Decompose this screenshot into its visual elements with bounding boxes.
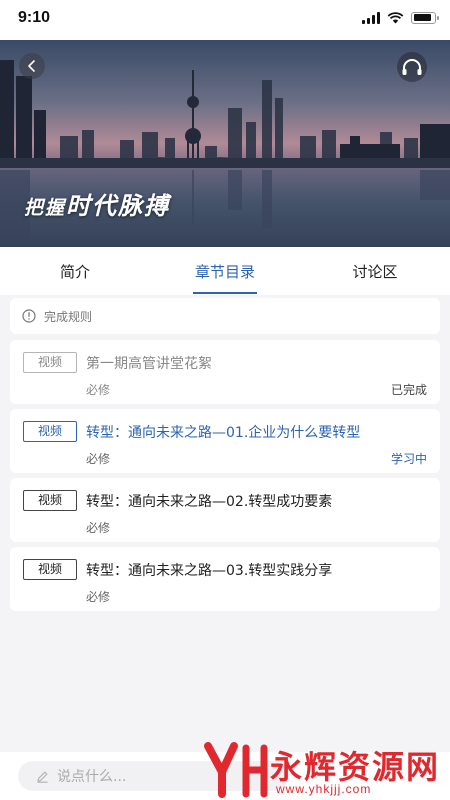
info-icon: [22, 309, 36, 323]
course-banner: 把握时代脉搏: [0, 40, 450, 247]
lesson-requirement: 必修: [86, 521, 111, 535]
video-badge: 视频: [23, 559, 77, 580]
tab-chapters[interactable]: 章节目录: [150, 247, 300, 295]
lesson-item[interactable]: 视频 第一期高管讲堂花絮 必修 已完成: [10, 340, 440, 404]
video-badge: 视频: [23, 421, 77, 442]
banner-caption-large: 时代脉搏: [66, 192, 171, 220]
back-button[interactable]: [19, 53, 45, 79]
lesson-status: 已完成: [390, 383, 427, 397]
comment-bar: 说点什么...: [0, 752, 450, 800]
lesson-title: 转型：通向未来之路—03.转型实践分享: [86, 563, 333, 579]
status-icons: [362, 11, 439, 24]
wifi-icon: [387, 12, 404, 24]
lesson-requirement: 必修: [86, 452, 111, 466]
lesson-item[interactable]: 视频 转型：通向未来之路—01.企业为什么要转型 必修 学习中: [10, 409, 440, 473]
lesson-requirement: 必修: [86, 383, 111, 397]
status-bar: 9:10: [0, 0, 450, 40]
pencil-icon: [37, 771, 48, 783]
status-time: 9:10: [18, 9, 51, 26]
completion-rules[interactable]: 完成规则: [10, 298, 440, 334]
banner-caption: 把握时代脉搏: [24, 186, 170, 221]
course-tabs: 简介 章节目录 讨论区: [0, 247, 450, 295]
banner-caption-small: 把握: [24, 197, 67, 219]
tab-discussion[interactable]: 讨论区: [300, 247, 450, 295]
lesson-title: 第一期高管讲堂花絮: [86, 356, 212, 372]
lesson-title: 转型：通向未来之路—01.企业为什么要转型: [86, 425, 361, 441]
battery-icon: [411, 11, 439, 24]
cellular-signal-icon: [362, 11, 380, 24]
comment-input[interactable]: 说点什么...: [18, 761, 288, 791]
audio-mode-button[interactable]: [397, 52, 427, 82]
headphones-icon: [402, 59, 422, 75]
lesson-title: 转型：通向未来之路—02.转型成功要素: [86, 494, 333, 510]
comment-placeholder: 说点什么...: [57, 769, 127, 785]
lesson-item[interactable]: 视频 转型：通向未来之路—02.转型成功要素 必修: [10, 478, 440, 542]
video-badge: 视频: [23, 352, 77, 373]
tab-intro[interactable]: 简介: [0, 247, 150, 295]
lesson-status: 学习中: [390, 452, 427, 466]
lesson-requirement: 必修: [86, 590, 111, 604]
chapter-list: 完成规则 视频 第一期高管讲堂花絮 必修 已完成 视频 转型：通向未来之路—01…: [0, 295, 450, 752]
video-badge: 视频: [23, 490, 77, 511]
completion-rules-label: 完成规则: [44, 309, 93, 324]
lesson-item[interactable]: 视频 转型：通向未来之路—03.转型实践分享 必修: [10, 547, 440, 611]
chevron-left-icon: [28, 60, 35, 72]
